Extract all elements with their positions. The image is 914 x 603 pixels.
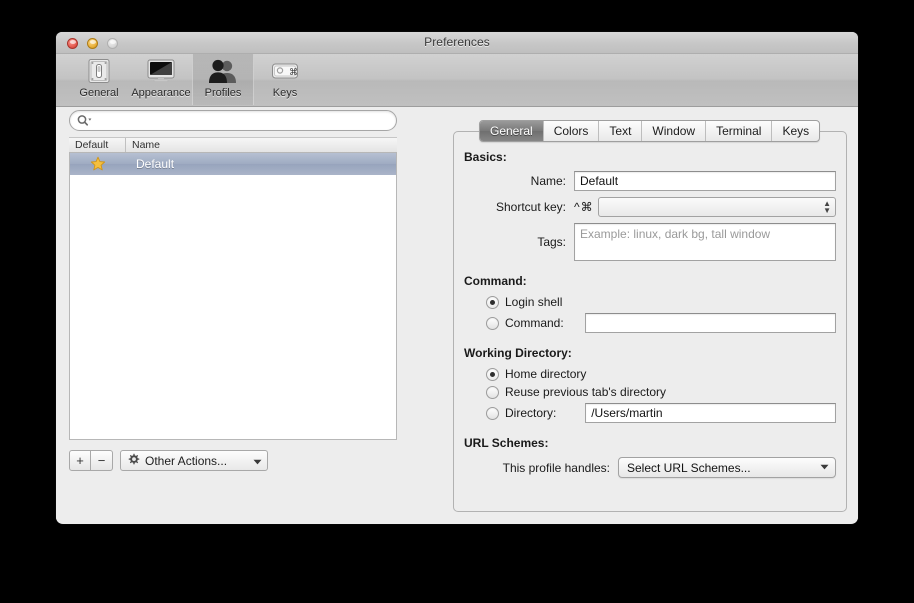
basics-title: Basics: xyxy=(464,150,507,164)
tab-window[interactable]: Window xyxy=(641,121,705,141)
tags-row: Tags: Example: linux, dark bg, tall wind… xyxy=(464,223,836,261)
custom-directory-radio[interactable] xyxy=(486,406,499,420)
add-profile-button[interactable]: + xyxy=(69,450,91,471)
login-shell-row[interactable]: Login shell xyxy=(464,295,836,309)
toolbar-item-appearance[interactable]: Appearance xyxy=(130,54,192,105)
search-field[interactable] xyxy=(69,110,397,131)
name-label: Name: xyxy=(530,174,566,188)
toolbar-item-label: Profiles xyxy=(204,87,242,99)
profiles-list-header: Default Name xyxy=(69,137,397,153)
tags-label: Tags: xyxy=(537,235,566,249)
command-row[interactable]: Command: xyxy=(464,313,836,333)
table-row[interactable]: Default xyxy=(70,153,396,175)
url-schemes-title: URL Schemes: xyxy=(464,436,549,450)
command-label: Command: xyxy=(505,316,564,330)
sidebar-bottom-toolbar: + − Other Actions... xyxy=(69,450,268,471)
tags-input[interactable]: Example: linux, dark bg, tall window xyxy=(574,223,836,261)
tab-colors[interactable]: Colors xyxy=(542,121,599,141)
two-people-icon xyxy=(207,56,239,86)
url-handles-label: This profile handles: xyxy=(502,460,610,475)
login-shell-label: Login shell xyxy=(505,295,563,309)
svg-text:⌘: ⌘ xyxy=(289,68,298,78)
home-directory-radio[interactable] xyxy=(486,367,499,381)
shortcut-row: Shortcut key: ^⌘ ▲ ▼ xyxy=(464,197,836,217)
reuse-directory-row[interactable]: Reuse previous tab's directory xyxy=(464,385,836,399)
command-input[interactable] xyxy=(585,313,836,333)
toolbar-item-label: Keys xyxy=(272,87,298,99)
url-schemes-group: URL Schemes: This profile handles: Selec… xyxy=(464,436,836,478)
toolbar-item-label: Appearance xyxy=(131,87,191,99)
name-input[interactable]: Default xyxy=(574,171,836,191)
stepper-down[interactable]: ▼ xyxy=(823,207,831,215)
url-schemes-value: Select URL Schemes... xyxy=(627,460,751,475)
shortcut-modifiers-label: ^⌘ xyxy=(574,200,594,214)
tab-terminal[interactable]: Terminal xyxy=(705,121,771,141)
url-handles-row: This profile handles: Select URL Schemes… xyxy=(464,457,836,478)
column-header-default[interactable]: Default xyxy=(69,138,125,152)
chevron-down-icon xyxy=(820,463,829,472)
shortcut-key-label: Shortcut key: xyxy=(495,200,566,214)
toolbar-item-profiles[interactable]: Profiles xyxy=(192,54,254,105)
command-group: Command: Login shell Command: xyxy=(464,274,836,333)
custom-directory-row[interactable]: Directory: /Users/martin xyxy=(464,403,836,423)
other-actions-label: Other Actions... xyxy=(145,453,228,468)
login-shell-radio[interactable] xyxy=(486,295,499,309)
keyboard-key-icon: ⌘ xyxy=(270,56,300,86)
stepper-icon[interactable]: ▲ ▼ xyxy=(823,200,831,215)
toolbar-item-label: General xyxy=(79,87,119,99)
custom-directory-label: Directory: xyxy=(505,406,557,420)
profile-name: Default xyxy=(136,157,175,171)
window-title: Preferences xyxy=(424,35,490,49)
profiles-sidebar: Default Name Default + − Other Actions..… xyxy=(66,107,400,523)
directory-input[interactable]: /Users/martin xyxy=(585,403,836,423)
search-icon[interactable] xyxy=(77,114,92,127)
tab-bar: General Colors Text Window Terminal Keys xyxy=(479,120,821,142)
general-form: Basics: Name: Default Shortcut key: ^⌘ ▲… xyxy=(454,132,848,491)
gear-icon xyxy=(127,453,140,469)
reuse-directory-radio[interactable] xyxy=(486,385,499,399)
window-body: Default Name Default + − Other Actions..… xyxy=(56,107,858,523)
basics-group: Basics: Name: Default Shortcut key: ^⌘ ▲… xyxy=(464,150,836,261)
reuse-directory-label: Reuse previous tab's directory xyxy=(505,385,667,399)
tab-text[interactable]: Text xyxy=(598,121,641,141)
remove-profile-button[interactable]: − xyxy=(91,450,113,471)
desktop-background: Preferences General Appearance Profiles … xyxy=(0,0,914,603)
preferences-toolbar: General Appearance Profiles ⌘ Keys xyxy=(56,54,858,107)
light-switch-icon xyxy=(86,56,112,86)
general-tab-panel: Basics: Name: Default Shortcut key: ^⌘ ▲… xyxy=(453,131,847,512)
home-directory-label: Home directory xyxy=(505,367,587,381)
column-header-name[interactable]: Name xyxy=(125,138,397,152)
url-schemes-popup[interactable]: Select URL Schemes... xyxy=(618,457,836,478)
preferences-window: Preferences General Appearance Profiles … xyxy=(56,32,858,524)
toolbar-item-general[interactable]: General xyxy=(68,54,130,105)
tab-general[interactable]: General xyxy=(480,121,543,141)
display-monitor-icon xyxy=(146,56,176,86)
name-row: Name: Default xyxy=(464,171,836,191)
command-title: Command: xyxy=(464,274,527,288)
search-input[interactable] xyxy=(95,113,375,128)
other-actions-button[interactable]: Other Actions... xyxy=(120,450,268,471)
default-star-icon[interactable] xyxy=(70,156,126,172)
home-directory-row[interactable]: Home directory xyxy=(464,367,836,381)
shortcut-key-combo[interactable]: ▲ ▼ xyxy=(597,197,836,217)
settings-tabview: General Colors Text Window Terminal Keys… xyxy=(453,120,847,512)
chevron-down-icon xyxy=(241,454,262,468)
working-directory-title: Working Directory: xyxy=(464,346,572,360)
tab-keys[interactable]: Keys xyxy=(771,121,819,141)
window-titlebar: Preferences xyxy=(56,32,858,54)
profiles-list[interactable]: Default xyxy=(69,153,397,440)
command-radio[interactable] xyxy=(486,316,499,330)
toolbar-item-keys[interactable]: ⌘ Keys xyxy=(254,54,316,105)
working-directory-group: Working Directory: Home directory Reuse … xyxy=(464,346,836,423)
